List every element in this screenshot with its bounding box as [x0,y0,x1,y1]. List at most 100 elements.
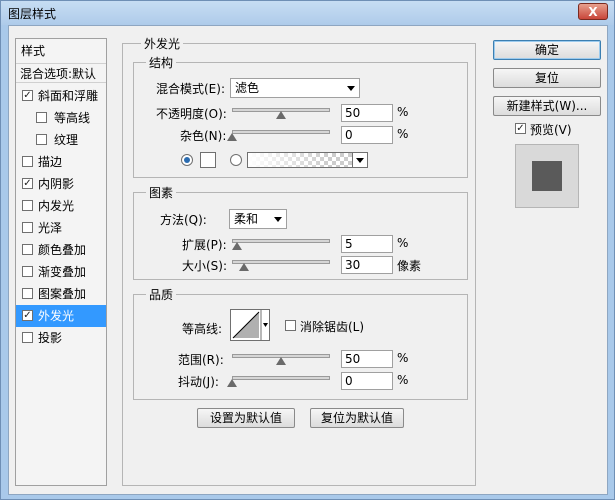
make-default-button[interactable]: 设置为默认值 [197,408,295,428]
noise-unit: % [397,127,409,141]
opacity-slider-thumb[interactable] [276,111,286,119]
style-item-checkbox[interactable] [22,156,33,167]
style-item-checkbox[interactable] [22,288,33,299]
style-item-label: 光泽 [38,221,63,235]
blend-mode-label: 混合模式(E): [156,82,225,96]
style-preview [515,144,579,208]
range-input[interactable]: 50 [341,350,393,368]
reset-button[interactable]: 复位 [493,68,601,88]
style-item-checkbox[interactable] [22,332,33,343]
noise-slider-track[interactable] [232,130,330,134]
noise-slider-thumb[interactable] [227,133,237,141]
style-item[interactable]: 颜色叠加 [16,239,106,261]
style-item-checkbox[interactable] [22,200,33,211]
spread-input[interactable]: 5 [341,235,393,253]
blend-mode-value: 滤色 [235,81,260,95]
style-item-checkbox[interactable] [36,134,47,145]
noise-input[interactable]: 0 [341,126,393,144]
range-label: 范围(R): [178,353,224,367]
gradient-radio[interactable] [230,154,242,166]
structure-title: 结构 [146,54,177,71]
layer-style-dialog: 图层样式 X 样式 混合选项:默认 ✓ 斜面和浮雕等高线纹理描边 ✓ 内阴影内发光光泽… [0,0,615,500]
style-item[interactable]: 等高线 [16,107,106,129]
style-item[interactable]: 图案叠加 [16,283,106,305]
style-item-checkbox[interactable]: ✓ [22,310,33,321]
antialias-label: 消除锯齿(L) [300,320,365,334]
gradient-preview[interactable] [247,152,365,168]
dialog-body: 样式 混合选项:默认 ✓ 斜面和浮雕等高线纹理描边 ✓ 内阴影内发光光泽颜色叠加渐变叠… [8,25,608,495]
spread-slider-track[interactable] [232,239,330,243]
structure-group: 结构 混合模式(E): 滤色 不透明度(O): 50 % 杂色(N): 0 % [133,54,468,178]
style-item-label: 内阴影 [38,177,75,191]
jitter-unit: % [397,373,409,387]
preview-checkbox[interactable]: ✓ [515,123,526,134]
size-label: 大小(S): [182,259,228,273]
style-item-checkbox[interactable]: ✓ [22,90,33,101]
style-item[interactable]: 内发光 [16,195,106,217]
elements-title: 图素 [146,184,177,201]
outer-glow-title: 外发光 [141,35,184,52]
size-unit: 像素 [397,259,422,273]
style-item[interactable]: ✓ 外发光 [16,305,106,327]
style-item-label: 渐变叠加 [38,265,87,279]
style-item-label: 投影 [38,331,63,345]
title-bar[interactable]: 图层样式 X [1,1,614,25]
new-style-button[interactable]: 新建样式(W)... [493,96,601,116]
style-item[interactable]: 光泽 [16,217,106,239]
style-item[interactable]: 描边 [16,151,106,173]
jitter-input[interactable]: 0 [341,372,393,390]
style-item[interactable]: 纹理 [16,129,106,151]
close-button[interactable]: X [578,3,608,20]
technique-value: 柔和 [234,212,259,226]
size-input[interactable]: 30 [341,256,393,274]
elements-group: 图素 方法(Q): 柔和 扩展(P): 5 % 大小(S): 30 像素 [133,184,468,280]
style-item-checkbox[interactable]: ✓ [22,178,33,189]
style-item-label: 内发光 [38,199,75,213]
range-unit: % [397,351,409,365]
spread-slider-thumb[interactable] [231,242,242,250]
quality-title: 品质 [146,286,177,303]
jitter-label: 抖动(J): [178,375,219,389]
style-item[interactable]: 投影 [16,327,106,349]
style-item[interactable]: 渐变叠加 [16,261,106,283]
opacity-input[interactable]: 50 [341,104,393,122]
style-item-label: 纹理 [54,133,79,147]
range-slider-thumb[interactable] [276,357,286,365]
quality-group: 品质 等高线: 消除锯齿(L) 范围(R): 50 % 抖动(J): 0 % [133,286,468,400]
style-item-checkbox[interactable] [22,266,33,277]
jitter-slider-thumb[interactable] [227,379,237,387]
glow-color-swatch[interactable] [200,152,216,168]
opacity-label: 不透明度(O): [156,107,227,121]
style-item-label: 描边 [38,155,63,169]
style-list-header[interactable]: 样式 [21,42,45,59]
antialias-checkbox[interactable] [285,320,296,331]
blend-options-item[interactable]: 混合选项:默认 [16,63,106,83]
style-item-label: 等高线 [54,111,91,125]
outer-glow-group: 外发光 结构 混合模式(E): 滤色 不透明度(O): 50 % 杂色(N): … [122,35,476,486]
opacity-unit: % [397,105,409,119]
solid-color-radio[interactable] [181,154,193,166]
contour-picker[interactable] [230,309,270,341]
ok-button[interactable]: 确定 [493,40,601,60]
style-item-checkbox[interactable] [22,244,33,255]
blend-mode-select[interactable]: 滤色 [230,78,360,98]
style-item-checkbox[interactable] [36,112,47,123]
style-item[interactable]: ✓ 内阴影 [16,173,106,195]
size-slider-thumb[interactable] [238,263,249,271]
style-item[interactable]: ✓ 斜面和浮雕 [16,85,106,107]
style-list: 样式 混合选项:默认 ✓ 斜面和浮雕等高线纹理描边 ✓ 内阴影内发光光泽颜色叠加渐变叠… [15,38,107,486]
style-item-checkbox[interactable] [22,222,33,233]
gradient-dropdown-button[interactable] [352,152,368,168]
style-item-label: 外发光 [38,309,75,323]
technique-select[interactable]: 柔和 [229,209,287,229]
preview-swatch [532,161,562,191]
contour-curve-icon [232,310,268,340]
preview-label: 预览(V) [530,123,572,137]
noise-label: 杂色(N): [180,129,227,143]
chevron-down-icon [274,217,282,222]
window-title: 图层样式 [8,7,57,21]
chevron-down-icon [347,86,355,91]
style-item-label: 斜面和浮雕 [38,89,99,103]
reset-default-button[interactable]: 复位为默认值 [310,408,404,428]
jitter-slider-track[interactable] [232,376,330,380]
